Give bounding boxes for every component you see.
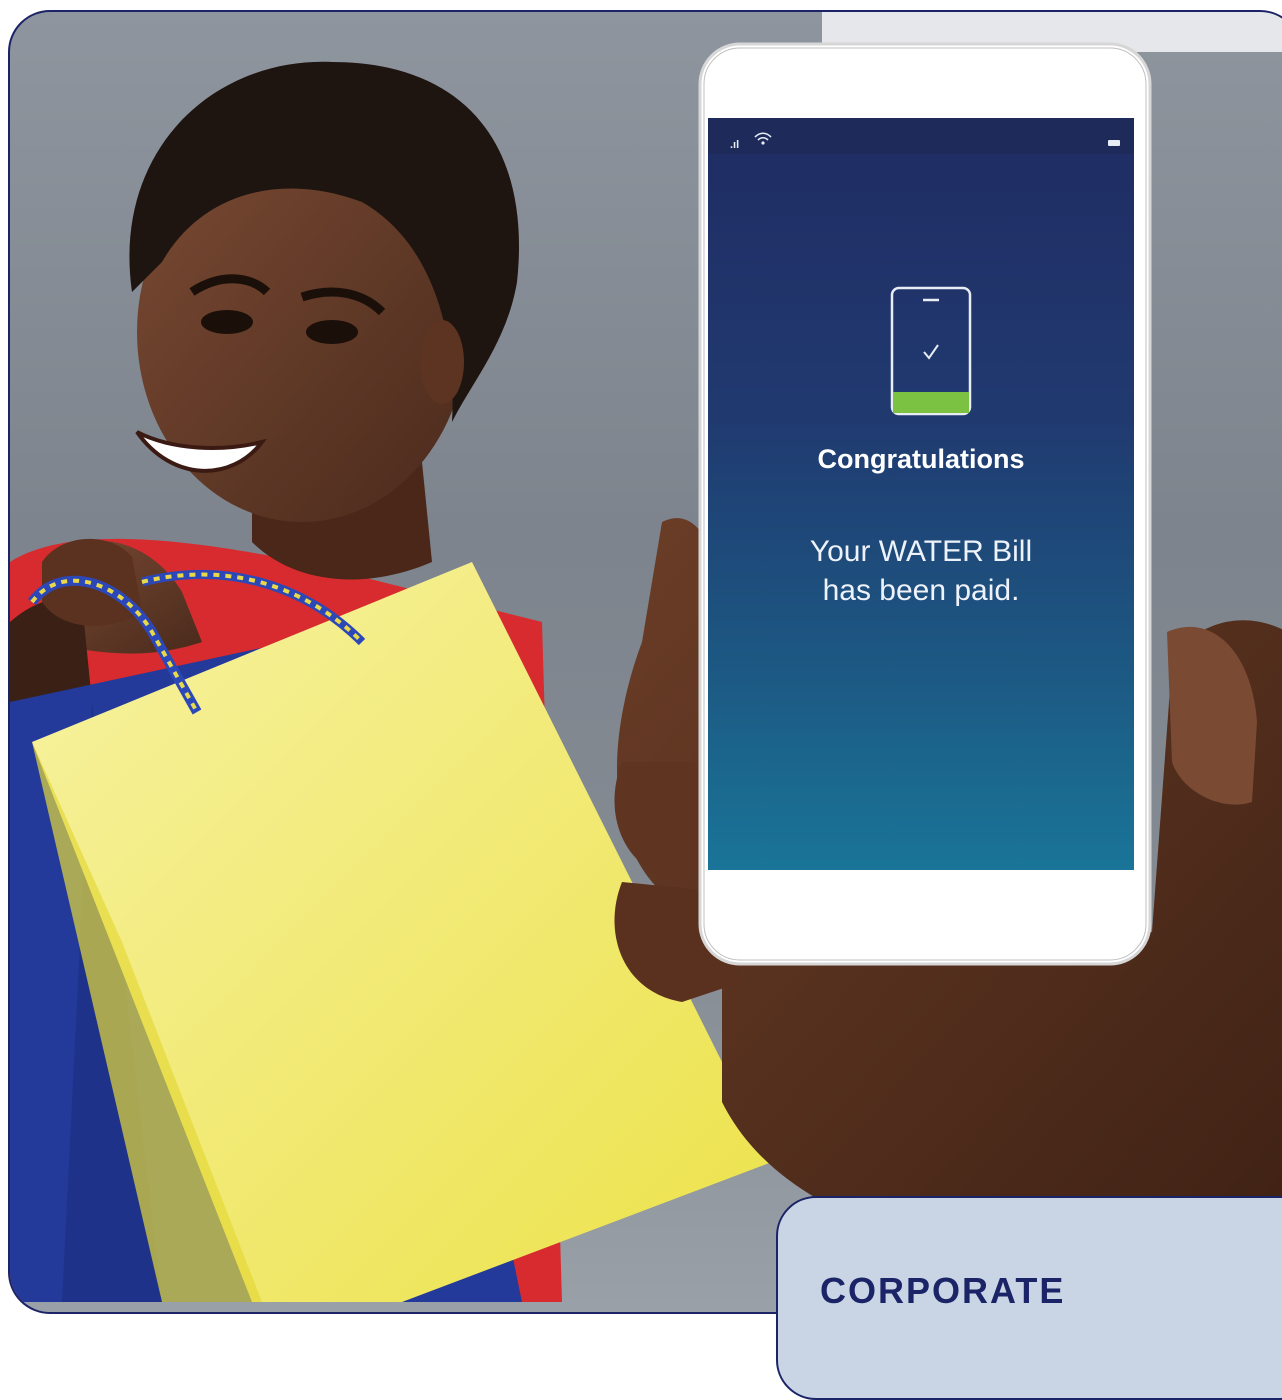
signal-icon: .ıl	[730, 139, 740, 151]
payment-message-line1: Your WATER Bill	[809, 535, 1033, 568]
wifi-icon	[754, 132, 772, 145]
payment-message-line2: has been paid.	[822, 574, 1020, 607]
phone-check-icon	[890, 286, 972, 416]
photo-frame: .ıl Congratulations Your WATER Bill has …	[8, 10, 1282, 1314]
battery-icon	[1108, 140, 1120, 146]
phone-screen: .ıl Congratulations Your WATER Bill has …	[708, 118, 1134, 870]
congratulations-title: Congratulations	[817, 444, 1025, 474]
payment-message: Your WATER Bill has been paid.	[708, 532, 1134, 610]
status-bar: .ıl	[708, 118, 1134, 154]
corner-card-text: CORPORATE	[820, 1270, 1066, 1311]
